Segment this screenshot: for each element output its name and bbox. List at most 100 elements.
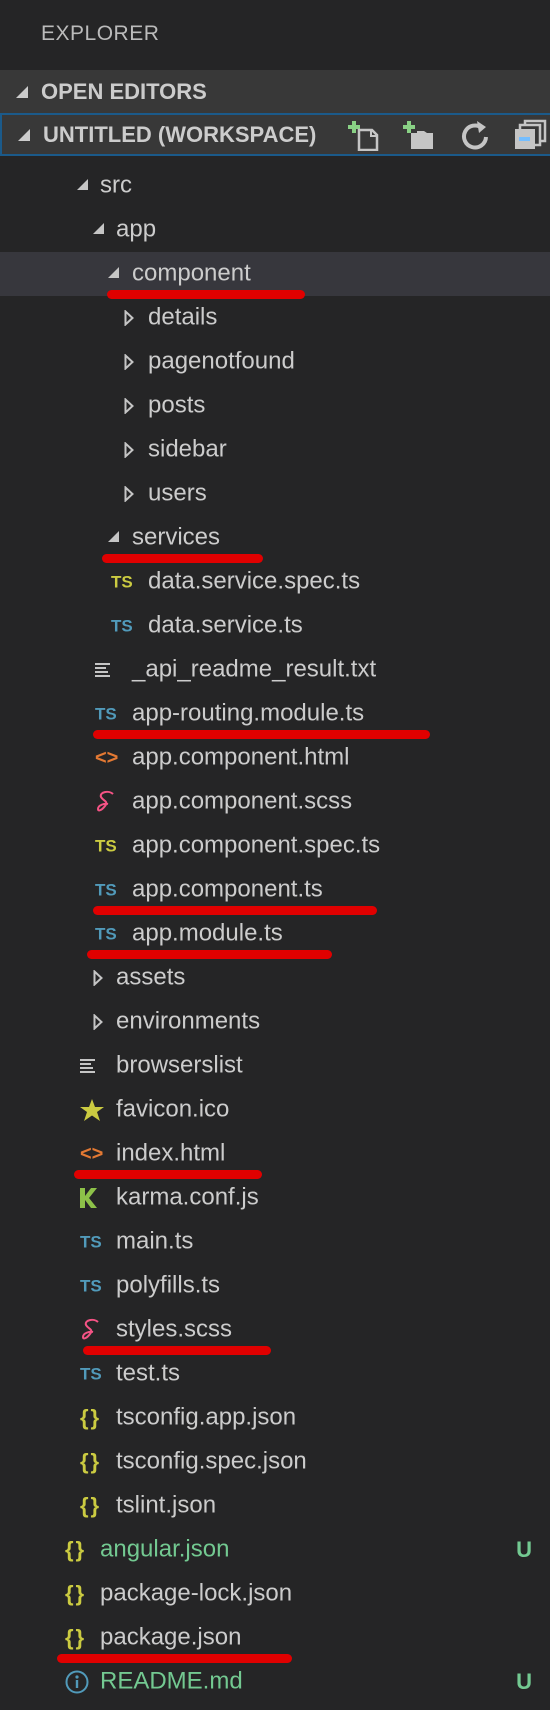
tree-file-app-component-ts[interactable]: TS app.component.ts xyxy=(0,868,550,915)
tree-folder-assets[interactable]: assets xyxy=(0,956,550,1000)
info-icon xyxy=(65,1670,89,1694)
item-label: angular.json xyxy=(100,1535,230,1563)
json-icon: {} xyxy=(65,1537,87,1562)
text-file-icon xyxy=(95,662,113,678)
tree-file-karma-conf-js[interactable]: karma.conf.js xyxy=(0,1176,550,1220)
item-label: app xyxy=(116,215,157,243)
item-label: users xyxy=(148,479,207,507)
item-label: index.html xyxy=(116,1139,226,1167)
tree-file-test-ts[interactable]: TS test.ts xyxy=(0,1352,550,1396)
tree-file-angular-json[interactable]: {} angular.json U xyxy=(0,1528,550,1572)
item-label: app.component.ts xyxy=(132,875,323,903)
section-open-editors[interactable]: OPEN EDITORS xyxy=(0,70,550,114)
ts-icon: TS xyxy=(95,924,117,944)
collapse-all-icon[interactable] xyxy=(513,119,549,151)
section-workspace[interactable]: UNTITLED (WORKSPACE) xyxy=(0,113,550,156)
file-tree: src app component details pagenotfound posts s… xyxy=(0,164,550,1704)
ts-icon: TS xyxy=(80,1276,102,1296)
expanded-arrow-icon[interactable] xyxy=(108,267,119,278)
tree-file-readme-md[interactable]: README.md U xyxy=(0,1660,550,1704)
item-label: app-routing.module.ts xyxy=(132,699,365,727)
item-label: services xyxy=(132,523,221,551)
item-label: README.md xyxy=(100,1667,243,1695)
star-icon xyxy=(80,1099,104,1121)
json-icon: {} xyxy=(80,1493,102,1518)
tree-folder-environments[interactable]: environments xyxy=(0,1000,550,1044)
json-icon: {} xyxy=(65,1625,87,1650)
expand-arrow-icon xyxy=(18,128,30,141)
tree-file--api-readme-result-txt[interactable]: _api_readme_result.txt xyxy=(0,648,550,692)
item-label: styles.scss xyxy=(116,1315,233,1343)
new-folder-icon[interactable] xyxy=(403,119,439,151)
tree-file-package-json[interactable]: {} package.json xyxy=(0,1616,550,1663)
tree-folder-app[interactable]: app xyxy=(0,208,550,252)
refresh-icon[interactable] xyxy=(458,119,494,151)
item-label: package.json xyxy=(100,1623,242,1651)
ts-icon: TS xyxy=(111,616,133,636)
item-label: component xyxy=(132,259,251,287)
item-label: polyfills.ts xyxy=(116,1271,221,1299)
ts-icon: TS xyxy=(80,1364,102,1384)
item-label: browserslist xyxy=(116,1051,243,1079)
item-label: _api_readme_result.txt xyxy=(132,655,377,683)
item-label: posts xyxy=(148,391,206,419)
tree-file-polyfills-ts[interactable]: TS polyfills.ts xyxy=(0,1264,550,1308)
item-label: app.component.scss xyxy=(132,787,353,815)
json-icon: {} xyxy=(65,1581,87,1606)
ts-icon: TS xyxy=(95,880,117,900)
item-label: app.component.spec.ts xyxy=(132,831,381,859)
html-icon: <> xyxy=(80,1143,104,1165)
tree-file-tsconfig-spec-json[interactable]: {} tsconfig.spec.json xyxy=(0,1440,550,1484)
tree-folder-details[interactable]: details xyxy=(0,296,550,340)
json-icon: {} xyxy=(80,1449,102,1474)
git-status-badge: U xyxy=(516,1537,532,1562)
html-icon: <> xyxy=(95,747,119,769)
expanded-arrow-icon[interactable] xyxy=(77,179,88,190)
tree-file-data-service-spec-ts[interactable]: TS data.service.spec.ts xyxy=(0,560,550,604)
item-label: tslint.json xyxy=(116,1491,217,1519)
item-label: src xyxy=(100,171,132,199)
item-label: main.ts xyxy=(116,1227,194,1255)
tree-file-data-service-ts[interactable]: TS data.service.ts xyxy=(0,604,550,648)
item-label: data.service.spec.ts xyxy=(148,567,361,595)
ts-spec-icon: TS xyxy=(111,572,133,592)
tree-file-app-routing-module-ts[interactable]: TS app-routing.module.ts xyxy=(0,692,550,739)
tree-folder-posts[interactable]: posts xyxy=(0,384,550,428)
tree-file-main-ts[interactable]: TS main.ts xyxy=(0,1220,550,1264)
tree-folder-src[interactable]: src xyxy=(0,164,550,208)
tree-file-app-component-scss[interactable]: app.component.scss xyxy=(0,780,550,824)
section-label: OPEN EDITORS xyxy=(41,79,207,104)
item-label: environments xyxy=(116,1007,261,1035)
item-label: data.service.ts xyxy=(148,611,303,639)
tree-file-package-lock-json[interactable]: {} package-lock.json xyxy=(0,1572,550,1616)
tree-file-app-component-spec-ts[interactable]: TS app.component.spec.ts xyxy=(0,824,550,868)
tree-folder-pagenotfound[interactable]: pagenotfound xyxy=(0,340,550,384)
tree-file-browserslist[interactable]: browserslist xyxy=(0,1044,550,1088)
item-label: tsconfig.app.json xyxy=(116,1403,297,1431)
sass-icon xyxy=(95,790,117,814)
tree-file-app-component-html[interactable]: <> app.component.html xyxy=(0,736,550,780)
expanded-arrow-icon[interactable] xyxy=(93,223,104,234)
git-status-badge: U xyxy=(516,1669,532,1694)
item-label: test.ts xyxy=(116,1359,181,1387)
tree-file-index-html[interactable]: <> index.html xyxy=(0,1132,550,1179)
sass-icon xyxy=(80,1318,102,1342)
tree-folder-services[interactable]: services xyxy=(0,516,550,563)
tree-file-tslint-json[interactable]: {} tslint.json xyxy=(0,1484,550,1528)
explorer-title: EXPLORER xyxy=(41,22,160,45)
new-file-icon[interactable] xyxy=(348,119,384,151)
ts-icon: TS xyxy=(95,704,117,724)
tree-folder-component[interactable]: component xyxy=(0,252,550,299)
tree-folder-sidebar[interactable]: sidebar xyxy=(0,428,550,472)
item-label: favicon.ico xyxy=(116,1095,230,1123)
tree-folder-users[interactable]: users xyxy=(0,472,550,516)
item-label: assets xyxy=(116,963,186,991)
ts-spec-icon: TS xyxy=(95,836,117,856)
item-label: app.component.html xyxy=(132,743,350,771)
item-label: app.module.ts xyxy=(132,919,283,947)
tree-file-tsconfig-app-json[interactable]: {} tsconfig.app.json xyxy=(0,1396,550,1440)
tree-file-favicon-ico[interactable]: favicon.ico xyxy=(0,1088,550,1132)
tree-file-app-module-ts[interactable]: TS app.module.ts xyxy=(0,912,550,959)
expanded-arrow-icon[interactable] xyxy=(108,531,119,542)
tree-file-styles-scss[interactable]: styles.scss xyxy=(0,1308,550,1355)
